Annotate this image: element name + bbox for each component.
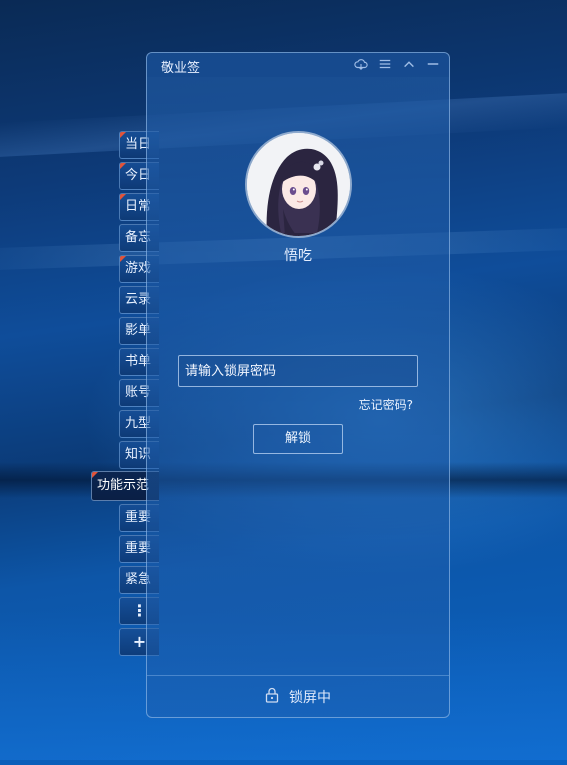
collapse-icon[interactable] [401,56,417,72]
tab-marker [120,194,126,200]
lock-icon [265,687,279,707]
tab-marker [120,256,126,262]
lock-status-label: 锁屏中 [289,689,331,706]
plus-icon: + [132,632,147,651]
sidebar-tabs: 当日 今日 日常 备忘 游戏 云录 影单 书单 账号 九型 知识 功能示范 重要… [0,0,160,765]
menu-icon[interactable] [377,56,393,72]
tab-label: 功能示范 [97,478,150,493]
avatar [247,133,350,236]
user-name: 悟吃 [284,248,312,264]
lock-status-bar: 锁屏中 [147,675,449,717]
lock-password-input[interactable] [178,355,418,387]
tab-marker [92,472,98,478]
titlebar-controls [353,56,441,72]
minimize-icon[interactable] [425,56,441,72]
unlock-button[interactable]: 解锁 [253,424,343,454]
forgot-password-link[interactable]: 忘记密码? [359,396,413,413]
window-title: 敬业签 [161,61,201,76]
tab-marker [120,132,126,138]
title-bar[interactable]: 敬业签 [147,53,449,77]
tab-marker [120,163,126,169]
cloud-sync-icon[interactable] [353,56,369,72]
lock-window: 敬业签 悟吃 忘记密码? 解锁 锁屏中 [146,52,450,718]
